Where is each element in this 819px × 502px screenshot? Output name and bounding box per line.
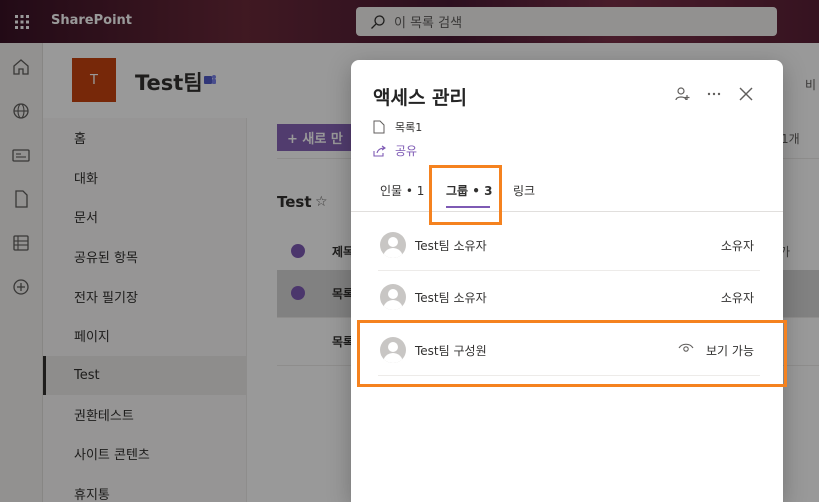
document-icon	[373, 120, 385, 134]
close-icon[interactable]	[737, 85, 755, 103]
panel-title: 액세스 관리	[373, 87, 468, 109]
share-icon	[373, 145, 386, 157]
group-role[interactable]: 소유자	[721, 237, 754, 254]
share-link[interactable]: 공유	[373, 142, 417, 159]
file-name: 목록1	[395, 121, 423, 134]
share-label: 공유	[395, 144, 418, 158]
groups-tab-highlight	[429, 165, 502, 225]
avatar-icon	[380, 284, 406, 310]
avatar-icon	[380, 232, 406, 258]
tab-links[interactable]: 링크	[513, 182, 535, 199]
group-row[interactable]: Test팀 소유자 소유자	[378, 271, 760, 323]
tab-people[interactable]: 인물 • 1	[380, 182, 424, 199]
member-row-highlight	[357, 320, 787, 387]
group-role[interactable]: 소유자	[721, 289, 754, 306]
file-info: 목록1	[373, 119, 422, 135]
access-tabs: 인물 • 1 그룹 • 3 링크	[351, 178, 783, 212]
group-row[interactable]: Test팀 소유자 소유자	[378, 219, 760, 271]
more-icon[interactable]	[705, 85, 723, 103]
access-panel: 액세스 관리 목록1 공유 인물 • 1 그룹 • 3 링크 Test팀 소유자…	[351, 60, 783, 502]
group-name: Test팀 소유자	[415, 239, 487, 253]
person-add-icon[interactable]	[673, 85, 691, 103]
group-name: Test팀 소유자	[415, 291, 487, 305]
